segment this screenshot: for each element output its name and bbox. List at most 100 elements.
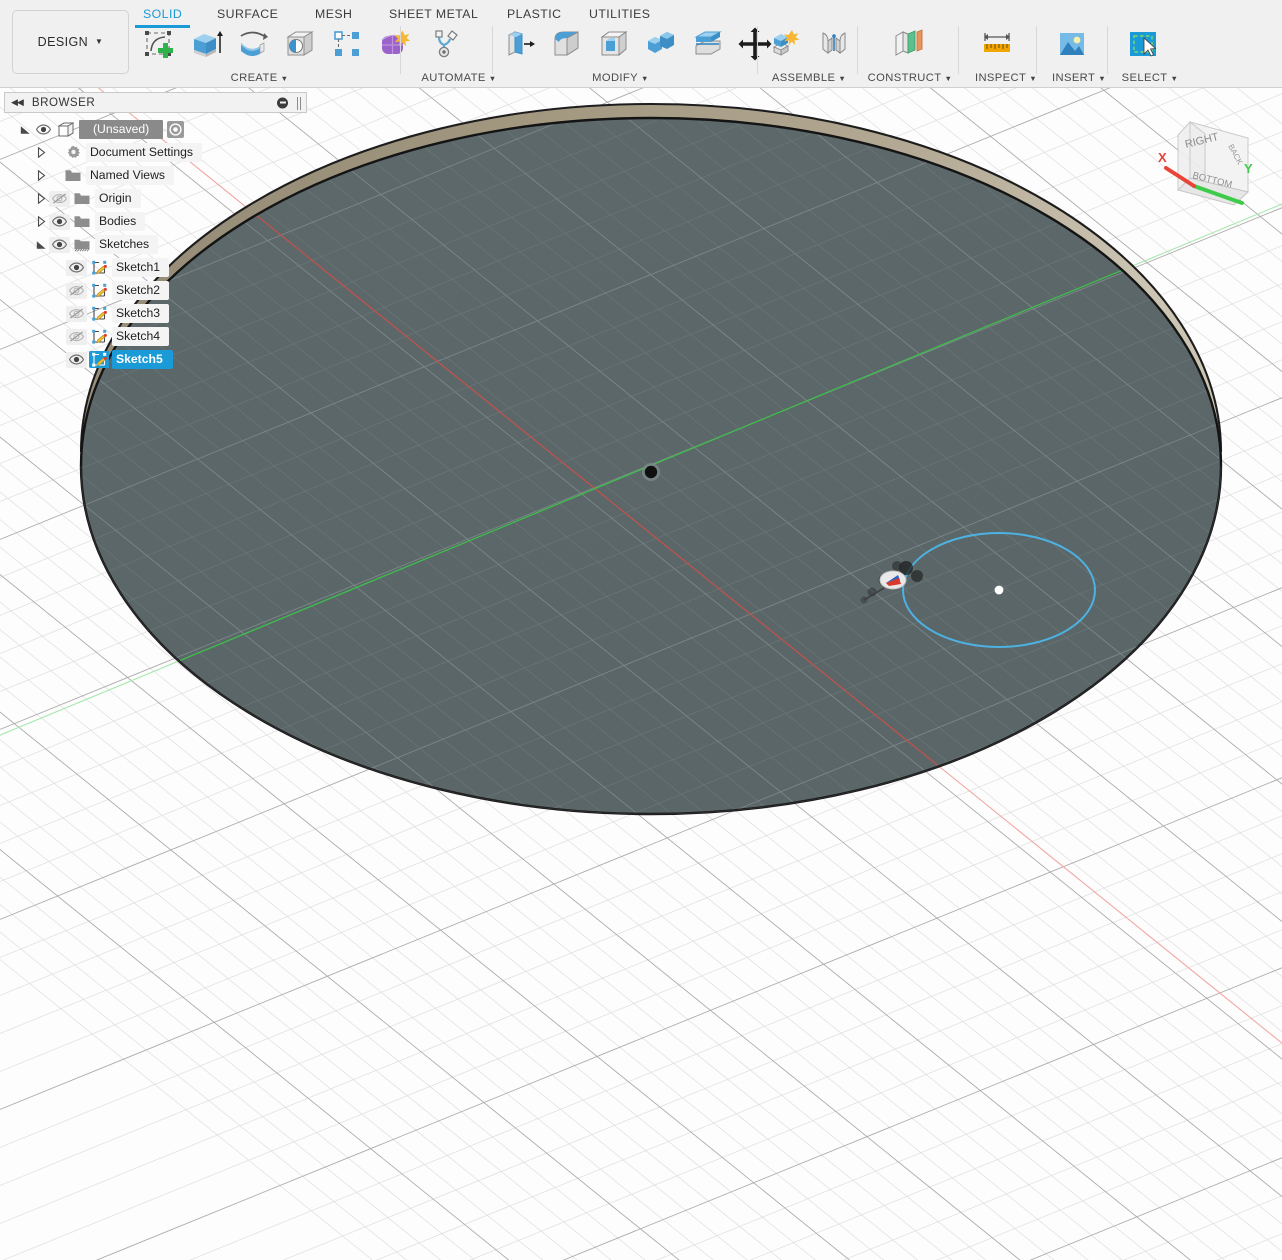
folder-sketch-icon — [72, 236, 92, 253]
panel-construct: CONSTRUCT▼ — [865, 22, 955, 86]
tree-item-sketch4[interactable]: Sketch4 — [4, 325, 307, 348]
expand-arrow-closed-icon[interactable] — [34, 145, 49, 160]
chevron-down-icon: ▼ — [489, 74, 497, 83]
chevron-down-icon: ▼ — [281, 74, 289, 83]
tab-plastic[interactable]: PLASTIC — [507, 5, 561, 23]
select-icon[interactable] — [1121, 22, 1165, 66]
tree-item-label: Sketch5 — [112, 350, 173, 369]
tree-item-sketches[interactable]: Sketches — [4, 233, 307, 256]
shell-icon[interactable] — [592, 22, 636, 66]
new-component-icon[interactable] — [765, 22, 809, 66]
tree-item-sketch1[interactable]: Sketch1 — [4, 256, 307, 279]
resize-grip-icon[interactable] — [297, 97, 301, 110]
insert-image-icon[interactable] — [1050, 22, 1094, 66]
tree-item-label: Sketch2 — [112, 281, 169, 300]
origin-point[interactable] — [642, 463, 660, 481]
panel-modify-label[interactable]: MODIFY▼ — [498, 72, 743, 84]
panel-select: SELECT▼ — [1114, 22, 1172, 86]
tab-mesh[interactable]: MESH — [315, 5, 352, 23]
tree-item-bodies[interactable]: Bodies — [4, 210, 307, 233]
toolbar-divider — [857, 26, 858, 74]
extrude-icon[interactable] — [184, 22, 228, 66]
visibility-eye-off-icon[interactable] — [49, 191, 70, 207]
hole-icon[interactable] — [278, 22, 322, 66]
panel-insert-label[interactable]: INSERT▼ — [1043, 72, 1115, 84]
fusion360-window: RIGHT BACK BOTTOM X Y DESIGN ▼ SOLID SUR… — [0, 0, 1282, 1260]
folder-icon — [72, 190, 92, 207]
workspace-switcher-button[interactable]: DESIGN ▼ — [12, 10, 129, 74]
visibility-eye-off-icon[interactable] — [66, 283, 87, 299]
tree-item-document-settings[interactable]: Document Settings — [4, 141, 307, 164]
document-cube-icon — [56, 121, 76, 138]
press-pull-icon[interactable] — [498, 22, 542, 66]
fillet-icon[interactable] — [545, 22, 589, 66]
create-form-icon[interactable] — [372, 22, 416, 66]
sketch-icon — [89, 282, 109, 299]
toolbar-divider — [400, 26, 401, 74]
expand-arrow-closed-icon[interactable] — [34, 191, 49, 206]
toolbar-divider — [1036, 26, 1037, 74]
folder-icon — [72, 213, 92, 230]
tree-item-sketch3[interactable]: Sketch3 — [4, 302, 307, 325]
collapse-panel-icon[interactable]: ◀◀ — [11, 97, 23, 108]
panel-inspect-label[interactable]: INSPECT▼ — [966, 72, 1046, 84]
automate-icon[interactable] — [423, 22, 467, 66]
sketch-icon — [89, 351, 109, 368]
measure-icon[interactable] — [975, 22, 1019, 66]
sketch-icon — [89, 328, 109, 345]
tab-utilities[interactable]: UTILITIES — [589, 5, 650, 23]
panel-assemble-label[interactable]: ASSEMBLE▼ — [765, 72, 853, 84]
panel-select-label[interactable]: SELECT▼ — [1114, 72, 1186, 84]
panel-construct-label[interactable]: CONSTRUCT▼ — [865, 72, 955, 84]
viewcube-axis-y-label: Y — [1244, 161, 1253, 176]
tab-sheet-metal[interactable]: SHEET METAL — [389, 5, 478, 23]
tree-item-label: Origin — [95, 189, 141, 208]
expand-arrow-closed-icon[interactable] — [34, 214, 49, 229]
chevron-down-icon: ▼ — [95, 38, 103, 46]
panel-automate: AUTOMATE▼ — [414, 22, 476, 86]
panel-modify: MODIFY▼ — [498, 22, 753, 86]
main-toolbar: DESIGN ▼ SOLID SURFACE MESH SHEET METAL … — [0, 0, 1282, 88]
browser-title: BROWSER — [32, 96, 95, 109]
browser-tree: (Unsaved)Document Settings Named Views Ori… — [4, 113, 307, 371]
expand-arrow-closed-icon[interactable] — [34, 168, 49, 183]
viewcube-axis-x-label: X — [1158, 150, 1167, 165]
visibility-eye-off-icon[interactable] — [66, 329, 87, 345]
panel-create-label[interactable]: CREATE▼ — [137, 72, 382, 84]
visibility-eye-icon[interactable] — [33, 122, 54, 138]
expand-arrow-open-icon[interactable] — [34, 237, 49, 252]
toolbar-divider — [492, 26, 493, 74]
chevron-down-icon: ▼ — [945, 74, 953, 83]
visibility-eye-icon[interactable] — [49, 214, 70, 230]
tab-surface[interactable]: SURFACE — [217, 5, 278, 23]
visibility-eye-icon[interactable] — [66, 260, 87, 276]
expand-arrow-open-icon[interactable] — [18, 122, 33, 137]
tree-item-unsaved[interactable]: (Unsaved) — [4, 118, 307, 141]
tab-solid[interactable]: SOLID — [143, 5, 182, 23]
visibility-eye-off-icon[interactable] — [66, 306, 87, 322]
workspace-switcher-label: DESIGN — [38, 35, 88, 49]
rectangular-pattern-icon[interactable] — [325, 22, 369, 66]
offset-plane-icon[interactable] — [886, 22, 930, 66]
activate-component-icon[interactable] — [167, 121, 184, 138]
toolbar-divider — [958, 26, 959, 74]
minimize-icon[interactable] — [277, 97, 288, 108]
tree-item-sketch5[interactable]: Sketch5 — [4, 348, 307, 371]
tree-item-named-views[interactable]: Named Views — [4, 164, 307, 187]
chevron-down-icon: ▼ — [1029, 74, 1037, 83]
tree-item-sketch2[interactable]: Sketch2 — [4, 279, 307, 302]
tree-item-label: Named Views — [86, 166, 174, 185]
offset-face-icon[interactable] — [686, 22, 730, 66]
visibility-eye-icon[interactable] — [66, 352, 87, 368]
joint-icon[interactable] — [812, 22, 856, 66]
visibility-eye-icon[interactable] — [49, 237, 70, 253]
panel-inspect: INSPECT▼ — [966, 22, 1028, 86]
chevron-down-icon: ▼ — [641, 74, 649, 83]
create-sketch-icon[interactable] — [137, 22, 181, 66]
tree-item-origin[interactable]: Origin — [4, 187, 307, 210]
sketch-icon — [89, 259, 109, 276]
panel-automate-label[interactable]: AUTOMATE▼ — [414, 72, 504, 84]
revolve-icon[interactable] — [231, 22, 275, 66]
tree-item-label: Sketches — [95, 235, 158, 254]
combine-icon[interactable] — [639, 22, 683, 66]
